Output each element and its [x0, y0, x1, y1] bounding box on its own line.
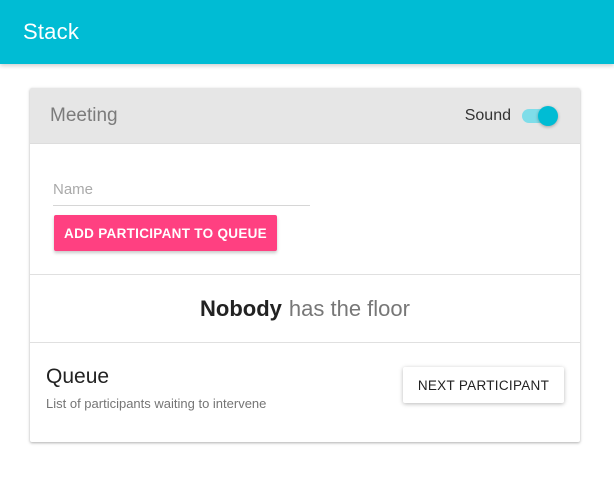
app-bar: Stack [0, 0, 614, 64]
next-participant-button[interactable]: NEXT PARTICIPANT [403, 367, 564, 403]
add-participant-form: ADD PARTICIPANT TO QUEUE [30, 144, 580, 275]
sound-toggle[interactable] [522, 105, 558, 126]
name-input[interactable] [53, 174, 310, 206]
floor-holder: Nobody [200, 295, 282, 321]
app-title: Stack [23, 19, 80, 44]
sound-toggle-thumb[interactable] [538, 105, 558, 126]
floor-status-text: has the floor [288, 295, 410, 321]
sound-label: Sound [464, 106, 511, 124]
floor-status: Nobody has the floor [30, 275, 580, 343]
card-header: Meeting Sound [30, 88, 580, 144]
add-participant-button[interactable]: ADD PARTICIPANT TO QUEUE [54, 215, 277, 251]
queue-section: Queue List of participants waiting to in… [30, 343, 580, 442]
queue-title: Queue [46, 365, 110, 388]
sound-control: Sound [464, 105, 558, 126]
meeting-title: Meeting [50, 104, 118, 126]
queue-subtitle: List of participants waiting to interven… [46, 396, 267, 411]
meeting-card: Meeting Sound ADD PARTICIPANT TO QUEUE N… [30, 88, 580, 442]
